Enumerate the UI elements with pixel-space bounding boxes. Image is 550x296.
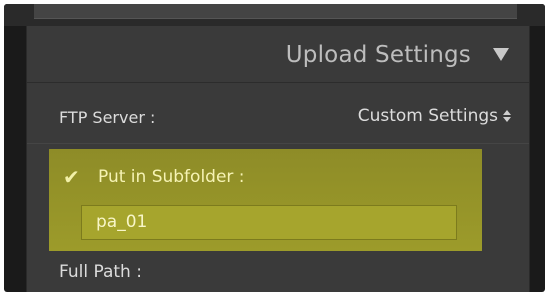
ftp-server-row: FTP Server : Custom Settings <box>27 83 529 144</box>
triangle-down-icon[interactable] <box>493 48 509 61</box>
full-path-label: Full Path : <box>59 262 142 282</box>
ftp-server-selected-value: Custom Settings <box>357 106 498 126</box>
up-down-arrows-icon <box>503 110 511 122</box>
upload-settings-panel: Upload Settings FTP Server : Custom Sett… <box>26 26 530 292</box>
panel-title: Upload Settings <box>285 42 471 68</box>
top-panel-bar <box>34 4 517 19</box>
put-in-subfolder-label: Put in Subfolder : <box>98 167 245 187</box>
panel-content: FTP Server : Custom Settings ✔ Put in Su… <box>27 83 529 292</box>
top-strip <box>4 4 545 26</box>
ftp-server-label: FTP Server : <box>59 108 156 127</box>
window-frame: Upload Settings FTP Server : Custom Sett… <box>4 4 545 292</box>
panel-header[interactable]: Upload Settings <box>27 26 529 83</box>
subfolder-highlight: ✔ Put in Subfolder : pa_01 <box>49 149 482 251</box>
checkmark-icon[interactable]: ✔ <box>63 167 81 187</box>
subfolder-name-input[interactable]: pa_01 <box>81 205 457 240</box>
ftp-server-select[interactable]: Custom Settings <box>358 106 511 126</box>
